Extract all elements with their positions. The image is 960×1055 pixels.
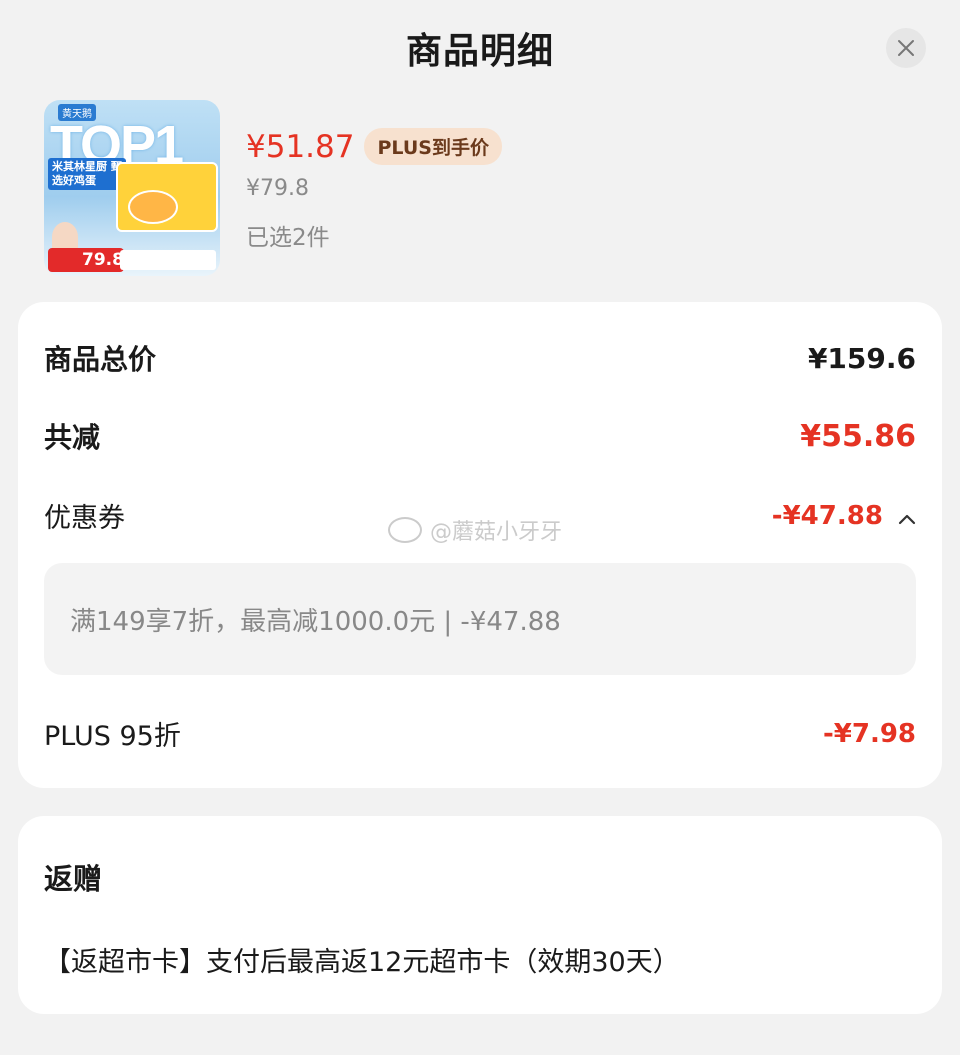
original-price: ¥79.8 — [246, 176, 309, 201]
total-reduction-label: 共减 — [44, 421, 101, 454]
gift-card: 返赠 【返超市卡】支付后最高返12元超市卡（效期30天） — [18, 816, 942, 1014]
total-reduction-row: 共减 ¥55.86 — [44, 416, 916, 456]
selected-quantity: 已选2件 — [246, 225, 330, 251]
plus-discount-row: PLUS 95折 -¥7.98 — [44, 714, 916, 753]
close-icon — [898, 40, 914, 56]
thumbnail-offer-strip — [120, 250, 216, 270]
close-button[interactable] — [886, 28, 926, 68]
sheet-header: 商品明细 — [0, 0, 960, 96]
total-price-row: 商品总价 ¥159.6 — [44, 338, 916, 378]
plus-price-tag: PLUS到手价 — [364, 128, 502, 165]
thumbnail-tagline: 米其林星厨 甄选好鸡蛋 — [48, 158, 126, 190]
page-title: 商品明细 — [405, 31, 554, 72]
coupon-detail-text: 满149享7折，最高减1000.0元 | -¥47.88 — [70, 606, 561, 637]
chevron-up-icon[interactable] — [898, 513, 916, 525]
total-price-label: 商品总价 — [44, 343, 157, 376]
thumbnail-price-badge: 79.8 — [48, 248, 124, 272]
plus-discount-label: PLUS 95折 — [44, 721, 181, 752]
total-reduction-value: ¥55.86 — [800, 418, 916, 454]
coupon-value: -¥47.88 — [771, 500, 883, 531]
weibo-icon — [388, 517, 422, 543]
current-price: ¥51.87 — [246, 128, 355, 165]
total-price-value: ¥159.6 — [807, 341, 916, 375]
price-row: ¥51.87 PLUS到手价 — [246, 128, 502, 165]
thumbnail-badge-price: 79.8 — [82, 250, 124, 270]
coupon-detail-box: 满149享7折，最高减1000.0元 | -¥47.88 — [44, 563, 916, 675]
coupon-value-group[interactable]: -¥47.88 — [772, 501, 916, 531]
gift-description: 【返超市卡】支付后最高返12元超市卡（效期30天） — [44, 947, 680, 978]
watermark-text: @蘑菇小牙牙 — [430, 520, 563, 545]
plus-discount-value: -¥7.98 — [822, 718, 916, 749]
egg-box-image — [116, 162, 218, 232]
watermark: @蘑菇小牙牙 — [388, 514, 562, 546]
coupon-label: 优惠券 — [44, 503, 125, 534]
gift-title: 返赠 — [44, 862, 103, 896]
product-detail-sheet: 商品明细 黄天鹅 TOP1 米其林星厨 甄选好鸡蛋 79.8 ¥51.87 PL… — [0, 0, 960, 1055]
product-summary: 黄天鹅 TOP1 米其林星厨 甄选好鸡蛋 79.8 ¥51.87 PLUS到手价… — [44, 100, 916, 278]
product-thumbnail[interactable]: 黄天鹅 TOP1 米其林星厨 甄选好鸡蛋 79.8 — [44, 100, 220, 276]
